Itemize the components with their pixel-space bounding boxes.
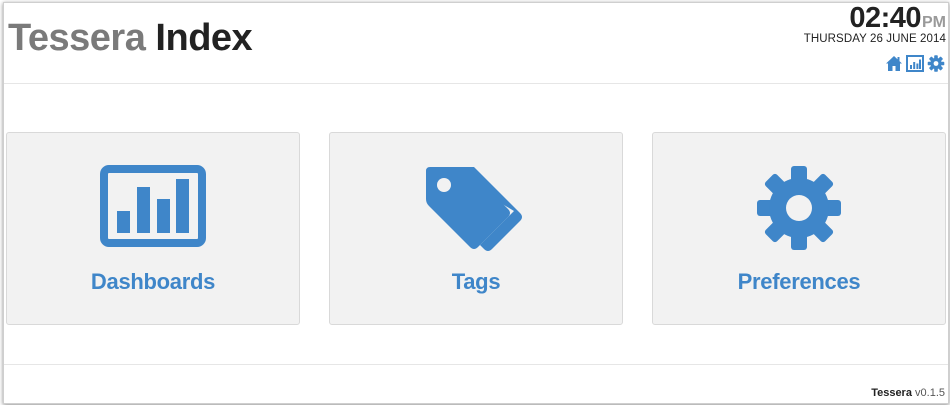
tile-tags[interactable]: Tags [329,132,623,325]
dashboard-icon[interactable] [906,55,924,72]
tags-icon [426,167,522,251]
clock-ampm: PM [922,14,946,31]
footer-version: Tessera v0.1.5 [871,387,945,399]
brand-title-part2: Index [155,17,253,59]
brand-title-part1: Tessera [8,17,146,59]
clock-date: THURSDAY 26 JUNE 2014 [803,33,946,45]
tile-dashboards-label: Dashboards [90,269,216,294]
clock: 02:40PM THURSDAY 26 JUNE 2014 [804,3,946,45]
tile-preferences-label: Preferences [737,269,861,294]
bar-chart-icon [100,165,206,247]
app-window: Tessera Index 02:40PM THURSDAY 26 JUNE 2… [3,2,949,404]
tile-tags-label: Tags [451,269,501,294]
home-icon[interactable] [885,55,903,72]
gear-icon [757,166,841,250]
tile-preferences[interactable]: Preferences [652,132,946,325]
clock-time: 02:40 [849,2,921,34]
header: Tessera Index 02:40PM THURSDAY 26 JUNE 2… [4,3,948,84]
footer-version-number: v0.1.5 [915,387,945,399]
footer-app-name: Tessera [871,387,912,399]
footer-divider [4,364,948,365]
brand-title[interactable]: Tessera Index [8,17,253,60]
header-nav [885,55,945,72]
gear-icon[interactable] [927,55,945,72]
tile-dashboards[interactable]: Dashboards [6,132,300,325]
